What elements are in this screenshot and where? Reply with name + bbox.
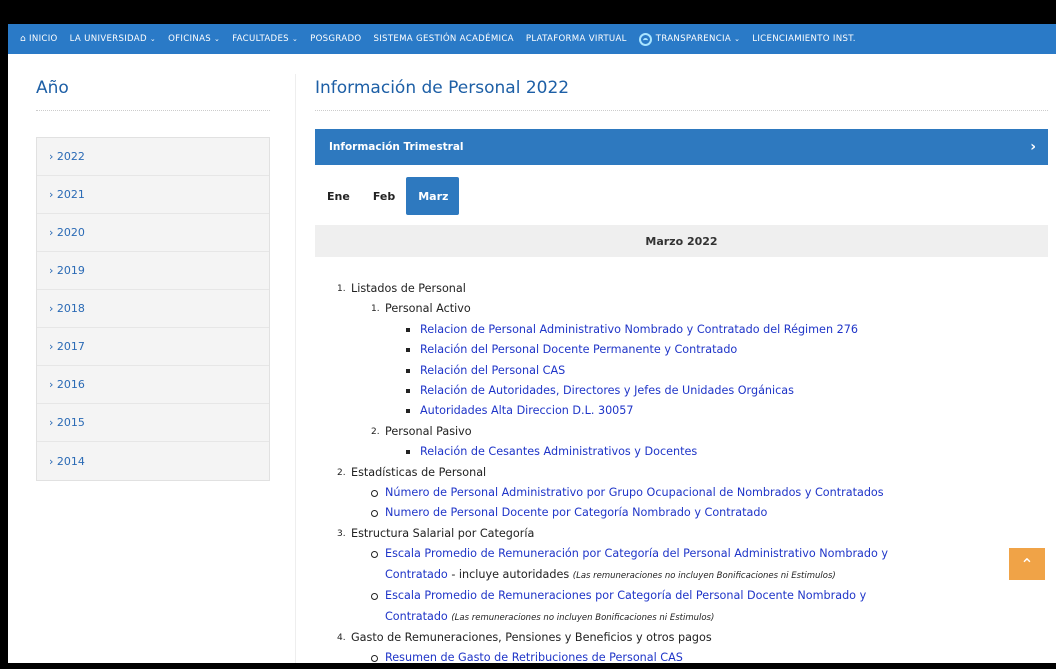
doc-link[interactable]: Escala Promedio de Remuneraciones por Ca… <box>385 589 866 602</box>
month-tabs: Ene Feb Marz <box>315 177 1056 215</box>
year-item-2018[interactable]: › 2018 <box>37 290 269 328</box>
year-item-2016[interactable]: › 2016 <box>37 366 269 404</box>
list-item: Escala Promedio de Remuneraciones por Ca… <box>337 586 1056 628</box>
nav-label: INICIO <box>29 34 58 44</box>
year-item-2020[interactable]: › 2020 <box>37 214 269 252</box>
nav-label: PLATAFORMA VIRTUAL <box>525 34 627 44</box>
tab-marz[interactable]: Marz <box>406 177 460 215</box>
year-item-2022[interactable]: › 2022 <box>37 138 269 176</box>
list-item: Escala Promedio de Remuneración por Cate… <box>337 544 1056 586</box>
year-list: › 2022 › 2021 › 2020 › 2019 › 2018 › 201… <box>36 137 270 481</box>
list-item: Número de Personal Administrativo por Gr… <box>337 483 1056 503</box>
section-number: 4. <box>337 632 346 643</box>
nav-item-transparencia[interactable]: TRANSPARENCIA ⌄ <box>638 32 741 46</box>
list-item: Relación de Autoridades, Directores y Je… <box>337 381 1056 401</box>
nav-label: POSGRADO <box>310 34 362 44</box>
subsection-number: 2. <box>371 426 380 437</box>
chevron-down-icon: ⌄ <box>291 35 299 43</box>
nav-label: FACULTADES <box>232 34 289 44</box>
chevron-down-icon: ⌄ <box>214 35 221 43</box>
nav-item-la-universidad[interactable]: LA UNIVERSIDAD ⌄ <box>70 34 156 44</box>
section-title: Estructura Salarial por Categoría <box>351 526 535 540</box>
list-item: Resumen de Gasto de Retribuciones de Per… <box>337 648 1056 668</box>
section-number: 1. <box>337 284 346 294</box>
doc-link[interactable]: Autoridades Alta Direccion D.L. 30057 <box>420 404 634 417</box>
section-heading: 4. Gasto de Remuneraciones, Pensiones y … <box>337 628 1056 648</box>
nav-item-plataforma-virtual[interactable]: PLATAFORMA VIRTUAL <box>526 34 627 44</box>
subsection-number: 1. <box>371 304 380 315</box>
nav-item-posgrado[interactable]: POSGRADO <box>310 34 361 44</box>
doc-link[interactable]: Contratado <box>385 568 448 581</box>
nav-item-sistema-gestion[interactable]: SISTEMA GESTIÓN ACADÉMICA <box>373 34 513 44</box>
top-navbar: ⌂ INICIO LA UNIVERSIDAD ⌄ OFICINAS ⌄ FAC… <box>8 24 1056 54</box>
list-item: Relacion de Personal Administrativo Nomb… <box>337 320 1056 340</box>
trimestral-label: Información Trimestral <box>329 141 464 153</box>
scroll-to-top-button[interactable]: ⌃ <box>1009 548 1045 580</box>
nav-item-oficinas[interactable]: OFICINAS ⌄ <box>168 34 220 44</box>
document-list: 1. Listados de Personal 1. Personal Acti… <box>337 279 1056 669</box>
nav-item-inicio[interactable]: ⌂ INICIO <box>20 34 58 44</box>
doc-link[interactable]: Relación del Personal CAS <box>420 364 565 377</box>
month-heading: Marzo 2022 <box>315 225 1048 257</box>
doc-link[interactable]: Resumen de Gasto de Retribuciones de Per… <box>385 651 683 664</box>
link-note: (Las remuneraciones no incluyen Bonifica… <box>572 570 836 581</box>
tab-ene[interactable]: Ene <box>315 177 361 215</box>
home-icon: ⌂ <box>20 34 27 44</box>
year-item-2019[interactable]: › 2019 <box>37 252 269 290</box>
year-sidebar: Año › 2022 › 2021 › 2020 › 2019 › 2018 ›… <box>36 54 270 481</box>
nav-label: TRANSPARENCIA <box>655 34 732 44</box>
nav-item-facultades[interactable]: FACULTADES ⌄ <box>232 34 298 44</box>
doc-link[interactable]: Relación de Autoridades, Directores y Je… <box>420 384 794 397</box>
trimestral-accordion[interactable]: Información Trimestral › <box>315 129 1048 165</box>
chevron-down-icon: ⌄ <box>734 35 741 43</box>
doc-link[interactable]: Relacion de Personal Administrativo Nomb… <box>420 323 858 336</box>
doc-link[interactable]: Relación del Personal Docente Permanente… <box>420 343 737 356</box>
screen-frame: ⌂ INICIO LA UNIVERSIDAD ⌄ OFICINAS ⌄ FAC… <box>0 0 1056 664</box>
section-heading: 2. Estadísticas de Personal <box>337 463 1056 483</box>
link-suffix: - incluye autoridades <box>447 567 573 581</box>
chevron-up-icon: ⌃ <box>1020 554 1034 574</box>
chevron-down-icon: ⌄ <box>149 35 157 43</box>
tab-feb[interactable]: Feb <box>361 177 406 215</box>
nav-label: LA UNIVERSIDAD <box>69 34 147 44</box>
list-item: Autoridades Alta Direccion D.L. 30057 <box>337 401 1056 421</box>
page-content: Año › 2022 › 2021 › 2020 › 2019 › 2018 ›… <box>8 54 1056 664</box>
doc-link[interactable]: Número de Personal Administrativo por Gr… <box>385 486 884 499</box>
doc-link[interactable]: Relación de Cesantes Administrativos y D… <box>420 445 697 458</box>
nav-label: LICENCIAMIENTO INST. <box>752 34 856 44</box>
list-item: Relación del Personal Docente Permanente… <box>337 340 1056 360</box>
year-item-2014[interactable]: › 2014 <box>37 442 269 480</box>
section-title: Listados de Personal <box>351 282 466 295</box>
page-title: Información de Personal 2022 <box>315 78 1048 111</box>
doc-link[interactable]: Contratado <box>385 610 448 623</box>
sidebar-title: Año <box>36 78 270 111</box>
doc-link[interactable]: Escala Promedio de Remuneración por Cate… <box>385 547 888 560</box>
main-column: Información de Personal 2022 Información… <box>315 54 1056 669</box>
column-divider <box>295 74 296 663</box>
chevron-right-icon: › <box>1030 139 1036 155</box>
list-item: Numero de Personal Docente por Categoría… <box>337 503 1056 523</box>
doc-link[interactable]: Numero de Personal Docente por Categoría… <box>385 506 767 519</box>
transparency-icon <box>638 32 652 46</box>
list-item: Relación del Personal CAS <box>337 361 1056 381</box>
section-heading: 1. Listados de Personal <box>337 279 1056 299</box>
year-item-2021[interactable]: › 2021 <box>37 176 269 214</box>
subsection-title: Personal Pasivo <box>385 424 472 438</box>
section-number: 3. <box>337 528 346 539</box>
list-item: Relación de Cesantes Administrativos y D… <box>337 442 1056 462</box>
year-item-2017[interactable]: › 2017 <box>37 328 269 366</box>
nav-label: OFICINAS <box>168 34 212 44</box>
nav-item-licenciamiento[interactable]: LICENCIAMIENTO INST. <box>752 34 856 44</box>
subsection-title: Personal Activo <box>385 302 471 316</box>
section-title: Estadísticas de Personal <box>351 465 487 479</box>
section-title: Gasto de Remuneraciones, Pensiones y Ben… <box>351 630 712 644</box>
subsection-heading: 2. Personal Pasivo <box>337 422 1056 442</box>
year-item-2015[interactable]: › 2015 <box>37 404 269 442</box>
nav-label: SISTEMA GESTIÓN ACADÉMICA <box>373 34 514 44</box>
section-heading: 3. Estructura Salarial por Categoría <box>337 524 1056 544</box>
section-number: 2. <box>337 467 346 478</box>
subsection-heading: 1. Personal Activo <box>337 299 1056 319</box>
link-note: (Las remuneraciones no incluyen Bonifica… <box>451 612 715 623</box>
